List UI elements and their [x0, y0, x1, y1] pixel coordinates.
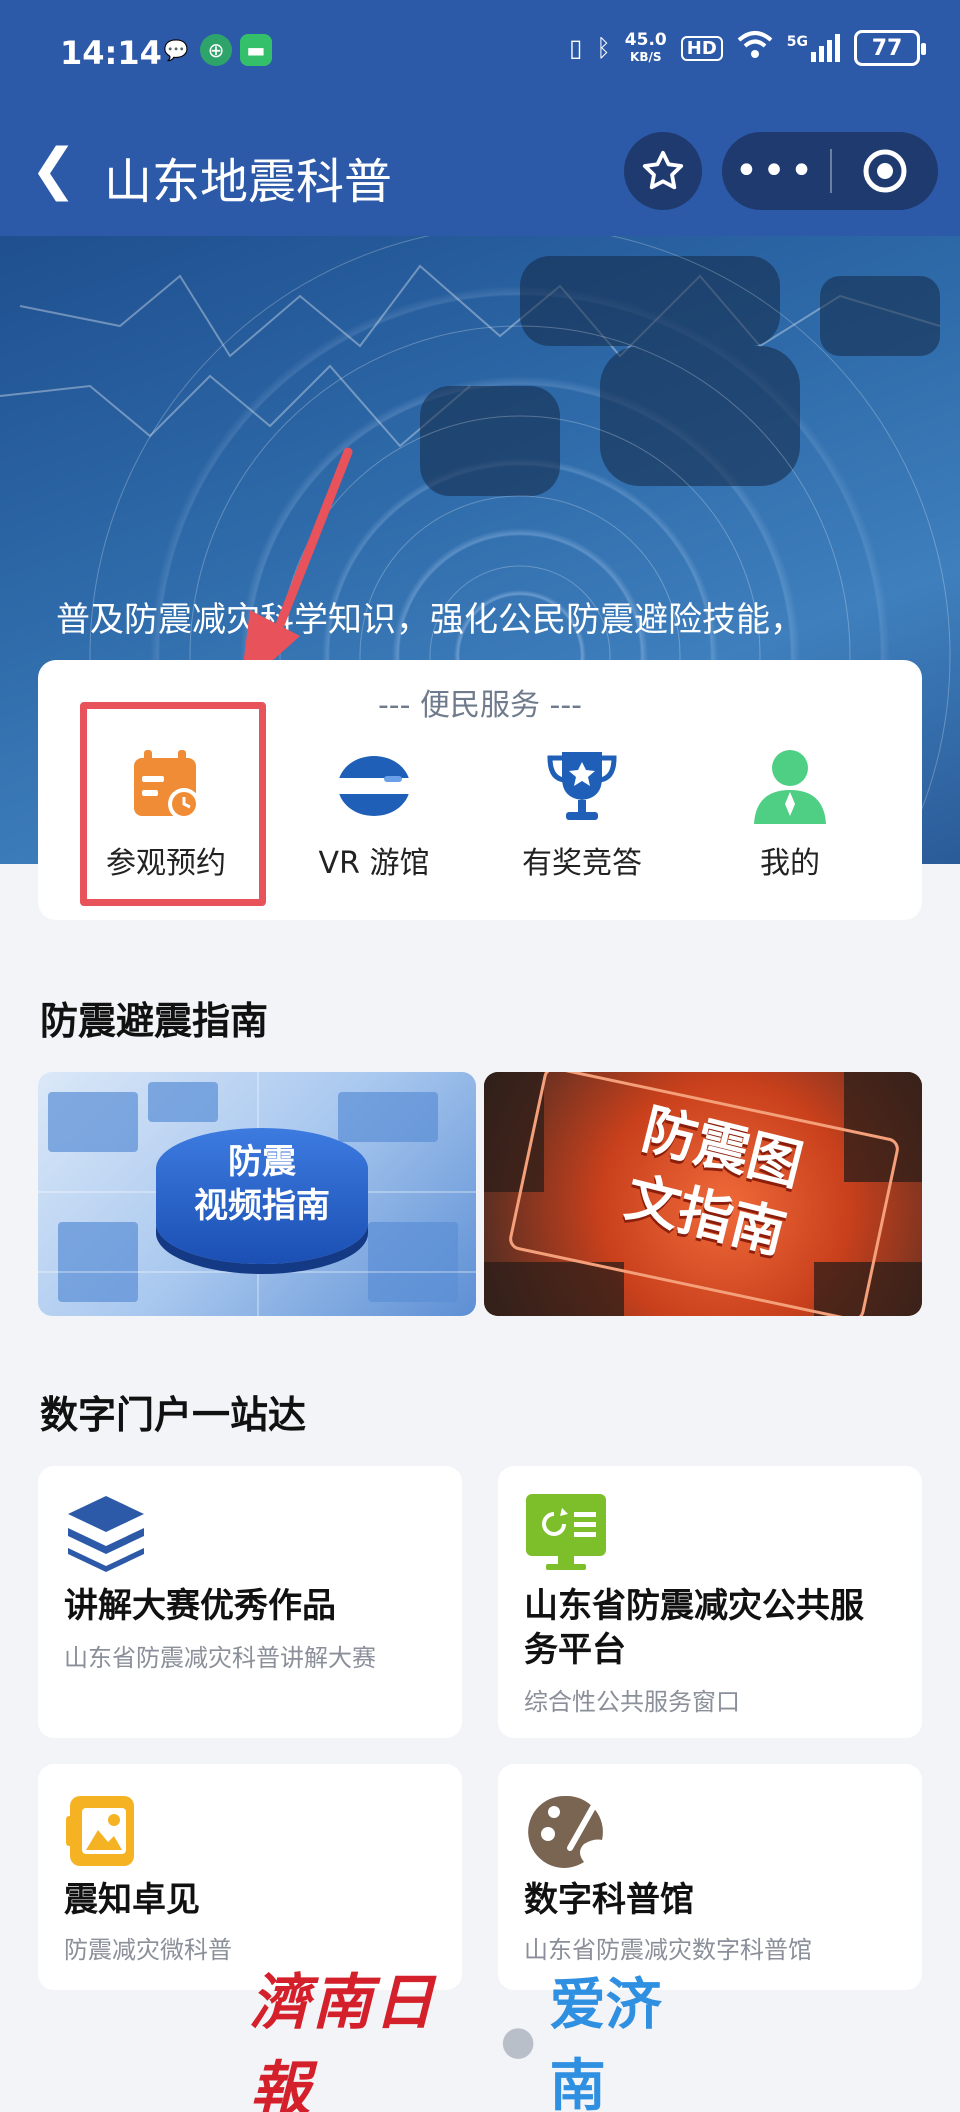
service-item-vr-tour[interactable]: VR 游馆 — [274, 744, 474, 894]
palette-icon — [524, 1790, 608, 1870]
portal-card-title: 讲解大赛优秀作品 — [64, 1586, 336, 1626]
portal-card-title: 震知卓见 — [64, 1880, 200, 1920]
service-item-label: 我的 — [760, 846, 820, 881]
monitor-icon — [524, 1492, 608, 1572]
portal-card-subtitle: 防震减灾微科普 — [64, 1936, 232, 1964]
picture-note-icon — [64, 1790, 148, 1870]
annotation-highlight-box — [80, 702, 266, 906]
portal-section-title: 数字门户一站达 — [40, 1393, 307, 1437]
watermark-ai-jinan: 爱济南 — [549, 1973, 662, 2112]
layers-icon — [64, 1492, 148, 1572]
portal-card-contest-works[interactable]: 讲解大赛优秀作品 山东省防震减灾科普讲解大赛 — [38, 1466, 462, 1738]
service-item-quiz[interactable]: 有奖竞答 — [482, 744, 682, 894]
watermark-separator: ● — [500, 2018, 536, 2064]
video-guide-text: 防震 视频指南 — [194, 1142, 330, 1226]
portal-card-title: 山东省防震减灾公共服 务平台 — [524, 1586, 864, 1670]
user-icon — [748, 744, 832, 828]
text-guide-banner[interactable]: 防震图 文指南 — [484, 1072, 922, 1316]
trophy-icon — [540, 744, 624, 828]
portal-card-digital-museum[interactable]: 数字科普馆 山东省防震减灾数字科普馆 — [498, 1764, 922, 1990]
portal-card-subtitle: 山东省防震减灾科普讲解大赛 — [64, 1644, 376, 1672]
video-guide-banner[interactable]: 防震 视频指南 — [38, 1072, 476, 1316]
portal-card-title: 数字科普馆 — [524, 1880, 694, 1920]
vr-headset-icon — [332, 744, 416, 828]
watermark-jinan-daily: 濟南日報 — [250, 1968, 436, 2112]
guide-section-title: 防震避震指南 — [40, 999, 269, 1043]
service-item-mine[interactable]: 我的 — [690, 744, 890, 894]
annotation-arrow-icon — [240, 447, 353, 690]
portal-card-subtitle: 综合性公共服务窗口 — [524, 1688, 740, 1716]
service-item-label: VR 游馆 — [318, 846, 430, 881]
portal-card-public-service[interactable]: 山东省防震减灾公共服 务平台 综合性公共服务窗口 — [498, 1466, 922, 1738]
watermark: 濟南日報 ● 爱济南 — [250, 1968, 710, 2112]
service-item-label: 有奖竞答 — [522, 846, 642, 881]
